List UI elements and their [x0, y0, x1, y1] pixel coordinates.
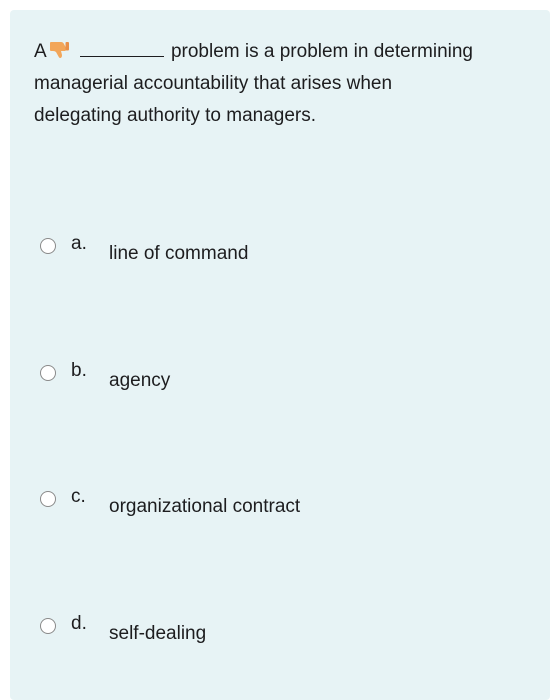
option-letter: a. [71, 233, 87, 254]
option-d[interactable]: d. self-dealing [40, 612, 520, 652]
radio-button[interactable] [40, 238, 56, 254]
option-b[interactable]: b. agency [40, 359, 520, 399]
option-a[interactable]: a. line of command [40, 232, 520, 272]
question-text: A problem is a problem in determining ma… [34, 36, 534, 132]
option-letter: c. [71, 486, 86, 507]
option-text[interactable]: line of command [109, 242, 248, 266]
question-line-1: A problem is a problem in determining [34, 36, 534, 68]
option-letter: d. [71, 613, 87, 634]
radio-button[interactable] [40, 618, 56, 634]
radio-button[interactable] [40, 365, 56, 381]
thumbs-down-icon [48, 38, 70, 58]
question-panel: A problem is a problem in determining ma… [10, 10, 550, 700]
option-text[interactable]: organizational contract [109, 495, 300, 519]
question-line-1-rest: problem is a problem in determining [170, 41, 474, 62]
radio-button[interactable] [40, 491, 56, 507]
option-letter: b. [71, 360, 87, 381]
answer-blank [79, 40, 164, 57]
option-text[interactable]: self-dealing [109, 622, 206, 646]
question-line-2: managerial accountability that arises wh… [34, 73, 393, 94]
option-c[interactable]: c. organizational contract [40, 485, 520, 525]
question-line-3: delegating authority to managers. [34, 105, 317, 126]
option-text[interactable]: agency [109, 369, 170, 393]
question-prefix: A [34, 41, 47, 62]
